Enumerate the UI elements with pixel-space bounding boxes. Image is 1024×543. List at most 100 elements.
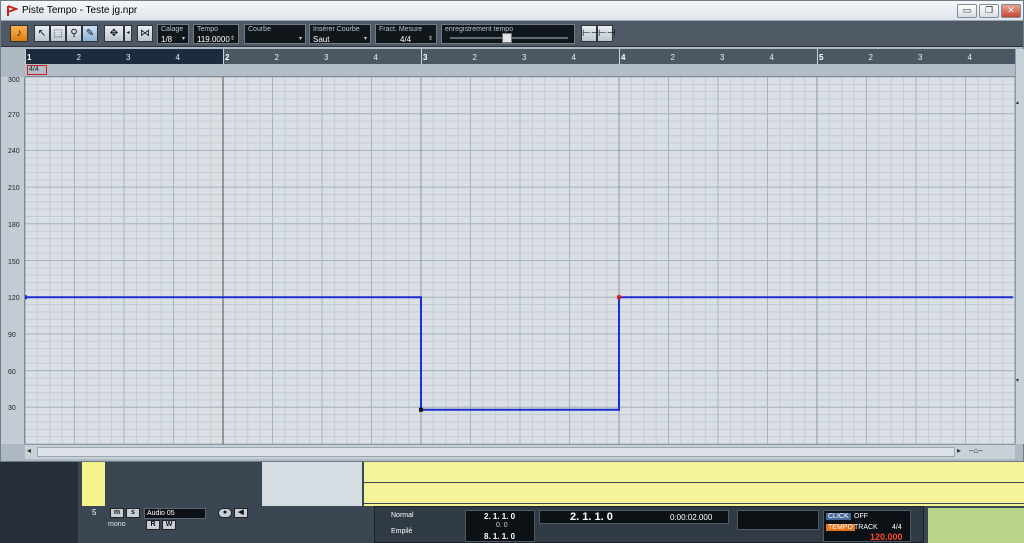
tempo-point[interactable] (25, 295, 27, 300)
insert-curve-value: Saut (313, 35, 330, 44)
quantize-label: Calage (161, 26, 184, 33)
position-bars: 2. 1. 1. 0 (570, 511, 613, 523)
ruler-beat-label: 3 (324, 53, 329, 62)
chevron-down-icon: ▾ (298, 36, 302, 42)
window-title: Piste Tempo - Teste jg.npr (22, 5, 138, 16)
draw-tool-icon[interactable]: ✎ (82, 25, 98, 42)
ruler-bar-marker (619, 49, 620, 64)
position-display[interactable]: 2. 1. 1. 0 0:00:02.000 (539, 510, 729, 524)
ruler-bar-marker (223, 49, 224, 64)
tempo-axis-label: 60 (8, 368, 16, 376)
marker-display[interactable] (737, 510, 819, 530)
ruler-beat-label: 4 (769, 53, 774, 62)
snap-icon[interactable]: ⋈ (137, 25, 153, 42)
tempo-graph[interactable] (25, 77, 1015, 444)
audio-event-lane (928, 508, 1024, 543)
transport-panel: Normal Empilé 2. 1. 1. 0 0. 0 8. 1. 1. 0… (374, 506, 924, 543)
quantize-value: 1/8 (161, 35, 173, 44)
record-enable-icon[interactable]: ● (218, 508, 232, 518)
click-label[interactable]: CLICK (826, 513, 851, 520)
ruler-bar-marker (817, 49, 818, 64)
chevron-down-icon: ▾ (181, 36, 185, 42)
locator-display[interactable]: 2. 1. 1. 0 0. 0 8. 1. 1. 0 (465, 510, 535, 542)
tempo-label[interactable]: TEMPO (826, 524, 855, 531)
autoscroll-icon[interactable]: ✥ (104, 25, 124, 42)
project-event-grid (262, 462, 362, 506)
ruler-beat-label: 2 (670, 53, 675, 62)
horizontal-scrollbar[interactable]: ◂ ▸ –⌂– (25, 444, 1015, 459)
zoom-slider-icon[interactable]: –⌂– (969, 446, 983, 455)
minimize-button[interactable]: ▭ (957, 4, 977, 18)
ruler-beat-label: 3 (720, 53, 725, 62)
scroll-left-icon[interactable]: ◂ (27, 446, 31, 455)
toolbar: ♪ ↖ ⬚ ⚲ ✎ ✥ ◂ ⋈ Calage 1/8 ▾ Tempo 119.0… (1, 21, 1023, 47)
tempo-event-lane (364, 462, 1024, 506)
time-signature-field[interactable]: Fract. Mesure 4/4 ⇕ (375, 24, 437, 44)
tempo-field-value: 119.0000 (197, 35, 230, 44)
spinner-icon: ⇕ (427, 36, 433, 42)
ruler-bar-marker (25, 49, 26, 64)
tempo-axis-label: 180 (8, 221, 20, 229)
metronome-icon[interactable]: ♪ (10, 25, 28, 42)
zoom-tool-icon[interactable]: ⚲ (66, 25, 82, 42)
process-bars-icon[interactable]: ⊢⊣ (581, 25, 599, 42)
title-bar[interactable]: Piste Tempo - Teste jg.npr ▭ ❐ ✕ (1, 1, 1023, 21)
tempo-record-slider-handle[interactable] (502, 33, 512, 43)
ruler-bar-label: 1 (27, 53, 32, 62)
spinner-icon: ⇕ (229, 36, 235, 42)
time-signature-value: 4/4 (400, 35, 412, 44)
track-number: 5 (92, 508, 97, 517)
scroll-down-icon[interactable]: ▾ (1016, 377, 1019, 384)
ruler-bar-marker (421, 49, 422, 64)
read-automation-button[interactable]: R (146, 520, 160, 530)
tempo-mode: TRACK (854, 524, 878, 531)
time-signature-label: Fract. Mesure (379, 26, 423, 33)
track-name-field[interactable]: Audio 05 (144, 508, 206, 519)
insert-curve-field[interactable]: Insérer Courbe Saut ▾ (309, 24, 371, 44)
autoscroll-menu-icon[interactable]: ◂ (124, 25, 132, 42)
signature-marker[interactable]: 4/4 (27, 65, 47, 75)
bar-ruler[interactable]: 1 2 3 4 2 2 3 4 3 2 3 4 4 2 3 4 5 2 3 4 (25, 49, 1015, 64)
select-tool-icon[interactable]: ↖ (34, 25, 50, 42)
process-tempo-icon[interactable]: ⊢⊣ (597, 25, 615, 42)
track-header[interactable]: 5 m s Audio 05 mono R W ● ◀ (92, 507, 252, 543)
tempo-point[interactable] (419, 407, 423, 412)
tempo-axis: 300 270 240 210 180 150 120 90 60 30 (1, 77, 25, 444)
ruler-beat-label: 3 (918, 53, 923, 62)
scroll-up-icon[interactable]: ▴ (1016, 99, 1019, 106)
inspector-panel (0, 462, 78, 543)
ruler-beat-label: 4 (175, 53, 180, 62)
tempo-click-display: CLICK OFF TEMPO TRACK 4/4 120.000 (823, 510, 911, 542)
horizontal-scroll-thumb[interactable] (37, 447, 955, 457)
insert-curve-label: Insérer Courbe (313, 26, 360, 33)
vertical-scrollbar[interactable]: ▴ ▾ (1015, 49, 1024, 444)
tempo-axis-label: 240 (8, 148, 20, 156)
tempo-axis-label: 120 (8, 295, 20, 303)
scroll-right-icon[interactable]: ▸ (957, 446, 961, 455)
ruler-beat-label: 4 (571, 53, 576, 62)
cycle-mode-label[interactable]: Normal (391, 512, 414, 519)
ruler-bar-label: 5 (819, 53, 824, 62)
tempo-point-selected[interactable] (617, 295, 621, 300)
left-locator: 2. 1. 1. 0 (484, 512, 516, 521)
maximize-button[interactable]: ❐ (979, 4, 999, 18)
tempo-axis-label: 150 (8, 258, 20, 266)
monitor-icon[interactable]: ◀ (234, 508, 248, 518)
write-automation-button[interactable]: W (162, 520, 176, 530)
ruler-beat-label: 2 (472, 53, 477, 62)
quantize-field[interactable]: Calage 1/8 ▾ (157, 24, 189, 44)
tempo-axis-label: 90 (8, 331, 16, 339)
curve-field[interactable]: Courbe ▾ (244, 24, 306, 44)
ruler-bar-label: 4 (621, 53, 626, 62)
tempo-field[interactable]: Tempo 119.0000 ⇕ (193, 24, 239, 44)
signature-track[interactable]: 4/4 (25, 64, 1015, 77)
tempo-axis-label: 30 (8, 405, 16, 413)
tempo-axis-label: 270 (8, 111, 20, 119)
range-tool-icon[interactable]: ⬚ (50, 25, 66, 42)
mute-button[interactable]: m (110, 508, 124, 518)
ruler-beat-label: 4 (373, 53, 378, 62)
close-button[interactable]: ✕ (1001, 4, 1021, 18)
tempo-axis-label: 210 (8, 185, 20, 193)
record-mode-label[interactable]: Empilé (391, 528, 412, 535)
solo-button[interactable]: s (126, 508, 140, 518)
